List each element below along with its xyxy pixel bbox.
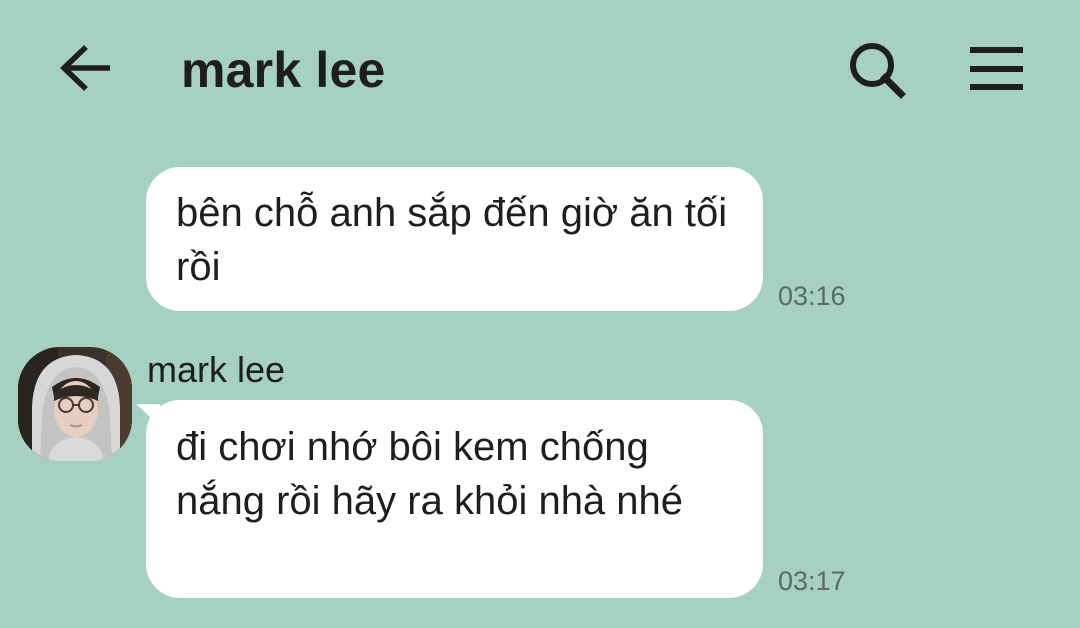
arrow-left-icon [60, 45, 110, 91]
sender-name: mark lee [147, 349, 286, 390]
chat-title: mark lee [181, 42, 386, 98]
search-icon [850, 43, 906, 99]
avatar[interactable] [18, 347, 132, 461]
hamburger-menu-icon [970, 47, 1023, 90]
avatar-photo [18, 347, 132, 461]
search-button[interactable] [840, 36, 912, 102]
message-timestamp: 03:16 [778, 281, 846, 311]
message-text: đi chơi nhớ bôi kem chống nắng rồi hãy r… [176, 425, 684, 523]
message-bubble-incoming[interactable]: đi chơi nhớ bôi kem chống nắng rồi hãy r… [146, 400, 763, 598]
back-button[interactable] [52, 38, 124, 102]
message-timestamp: 03:17 [778, 566, 846, 596]
menu-button[interactable] [962, 38, 1032, 98]
message-bubble-outgoing[interactable]: bên chỗ anh sắp đến giờ ăn tối rồi [146, 167, 763, 311]
message-text: bên chỗ anh sắp đến giờ ăn tối rồi [176, 191, 728, 289]
chat-header: mark lee [0, 0, 1080, 140]
